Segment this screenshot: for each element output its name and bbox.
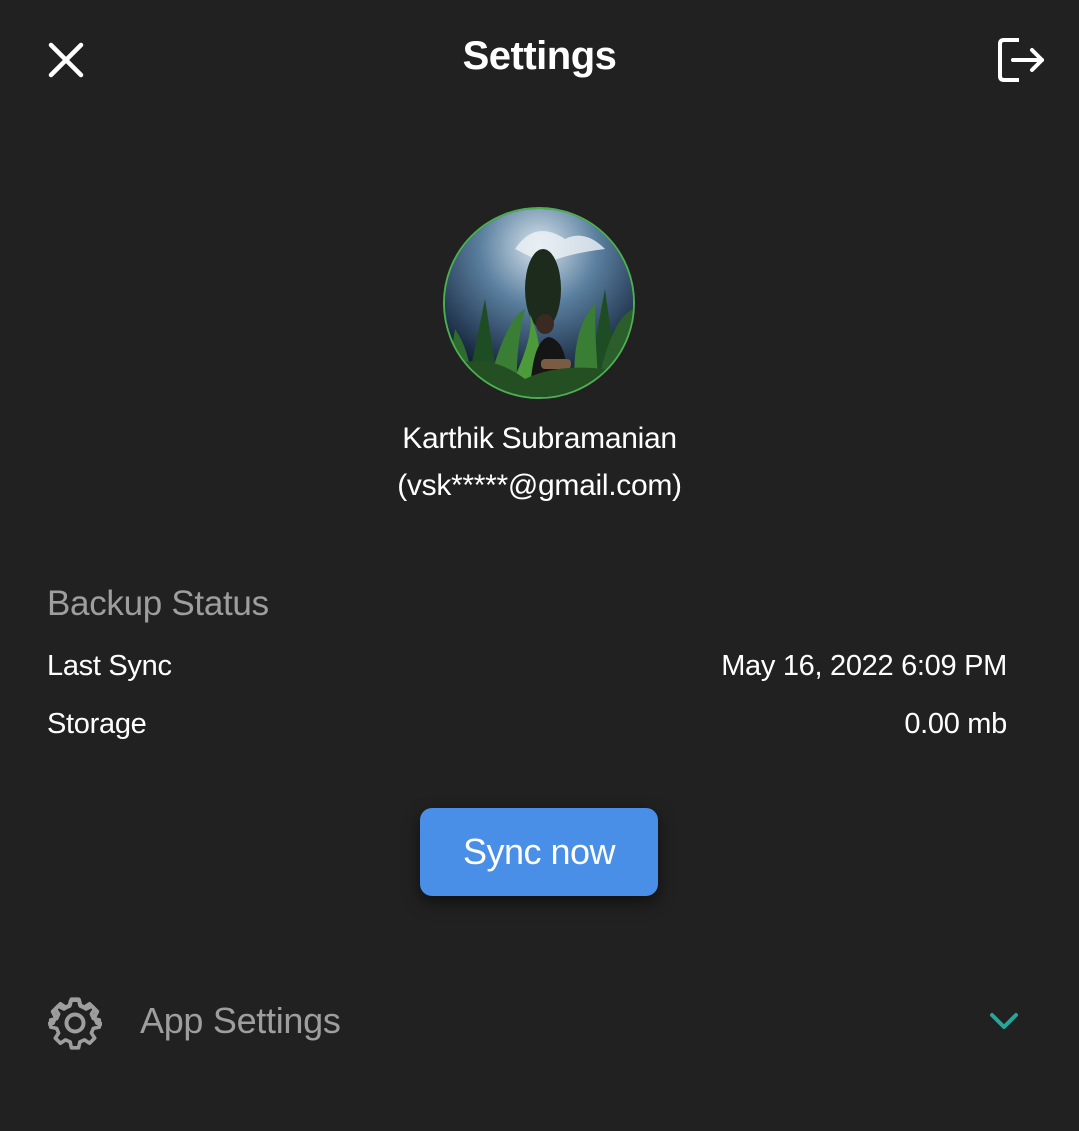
logout-icon <box>998 38 1044 82</box>
last-sync-row: Last Sync May 16, 2022 6:09 PM <box>47 650 1007 683</box>
app-settings-row[interactable]: App Settings <box>40 980 1039 1064</box>
profile-photo <box>445 209 633 397</box>
storage-value: 0.00 mb <box>904 708 1007 740</box>
last-sync-value: May 16, 2022 6:09 PM <box>721 650 1007 682</box>
app-settings-label: App Settings <box>140 1000 341 1041</box>
top-bar: Settings <box>0 0 1079 120</box>
last-sync-label: Last Sync <box>47 650 172 682</box>
backup-status-heading: Backup Status <box>47 584 269 623</box>
chevron-down-icon[interactable] <box>984 1006 1024 1036</box>
avatar[interactable] <box>443 207 635 399</box>
gear-icon <box>48 997 102 1050</box>
sync-now-button[interactable]: Sync now <box>420 808 658 896</box>
storage-label: Storage <box>47 708 147 740</box>
logout-button[interactable] <box>992 32 1052 88</box>
user-email: (vsk*****@gmail.com) <box>397 469 682 502</box>
user-name: Karthik Subramanian <box>402 422 677 455</box>
storage-row: Storage 0.00 mb <box>47 708 1007 741</box>
page-title: Settings <box>462 34 617 78</box>
